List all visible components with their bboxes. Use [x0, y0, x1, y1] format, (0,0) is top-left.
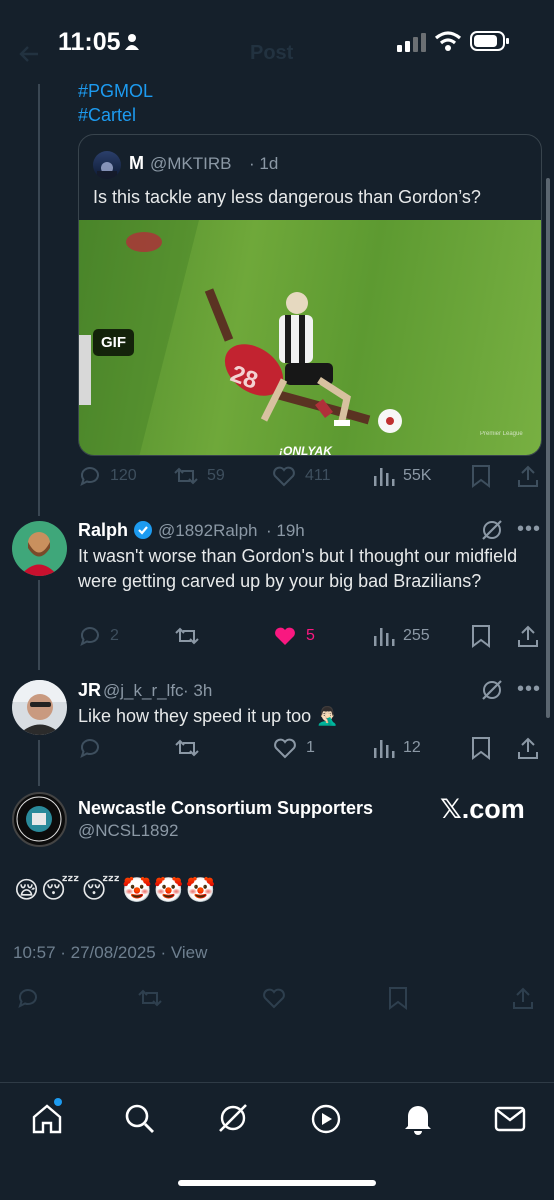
heart-filled-icon: [275, 627, 295, 645]
reply-name-jr[interactable]: JR: [78, 680, 101, 701]
jr-views-button[interactable]: 12: [373, 736, 421, 760]
bookmark-icon[interactable]: [471, 464, 491, 488]
quoted-name: M: [129, 153, 144, 173]
views-chart-icon: [374, 740, 395, 758]
grok-icon[interactable]: [480, 518, 504, 542]
quoted-post[interactable]: M @MKTIRB · 1d Is this tackle any less d…: [78, 134, 542, 456]
header-title: Post: [250, 42, 294, 64]
x-com-badge: 𝕏.com: [440, 794, 525, 824]
share-icon[interactable]: [511, 986, 535, 1010]
reply-button[interactable]: 120: [78, 464, 137, 488]
messages-icon[interactable]: [494, 1105, 526, 1133]
jr-like-count: 1: [306, 739, 315, 756]
post-author-name[interactable]: Newcastle Consortium Supporters: [78, 798, 373, 819]
home-icon[interactable]: [31, 1103, 63, 1135]
gif-badge: GIF: [93, 329, 134, 356]
scrollbar[interactable]: [546, 178, 550, 718]
post-text: 😪😴😴🤡🤡🤡: [14, 877, 218, 904]
reply-icon: [80, 467, 99, 486]
more-options-icon[interactable]: •••: [517, 518, 541, 541]
reply-count: 120: [110, 467, 137, 484]
gif-watermark: ¡ONLYAK: [279, 444, 332, 456]
views-button[interactable]: 55K: [373, 464, 431, 488]
reply-text-jr: Like how they speed it up too 🤦🏻‍♂️: [78, 706, 339, 726]
quoted-text: Is this tackle any less dangerous than G…: [93, 187, 481, 207]
repost-button[interactable]: 59: [173, 464, 225, 488]
status-time: 11:05: [58, 28, 121, 56]
repost-count: 59: [207, 467, 225, 484]
football-tackle-image: 28: [79, 220, 402, 455]
back-arrow-icon[interactable]: [18, 44, 40, 64]
grok-icon[interactable]: [216, 1101, 250, 1135]
reply-icon: [80, 739, 99, 758]
ralph-views-count: 255: [403, 627, 430, 644]
video-icon[interactable]: [310, 1103, 342, 1135]
status-bar: 11:05 Post: [0, 0, 554, 80]
reply-handle-ralph[interactable]: @1892Ralph: [158, 521, 258, 541]
hashtag-cartel[interactable]: #Cartel: [78, 103, 136, 127]
jr-avatar[interactable]: [12, 680, 67, 735]
ncsl-avatar[interactable]: [12, 792, 67, 847]
ralph-like-count: 5: [306, 627, 315, 644]
quoted-time: · 1d: [249, 154, 279, 173]
home-notification-dot: [54, 1098, 62, 1106]
bookmark-icon[interactable]: [388, 986, 408, 1010]
bookmark-icon[interactable]: [471, 736, 491, 760]
wifi-icon: [434, 31, 462, 51]
home-indicator: [178, 1180, 376, 1186]
ralph-like-button[interactable]: 5: [272, 624, 315, 648]
like-count: 411: [305, 467, 331, 484]
heart-icon[interactable]: [261, 986, 287, 1010]
jr-like-button[interactable]: 1: [272, 736, 315, 760]
bookmark-icon[interactable]: [471, 624, 491, 648]
ralph-reply-count: 2: [110, 627, 119, 644]
ralph-avatar[interactable]: [12, 521, 67, 576]
views-chart-icon: [374, 628, 395, 646]
battery-icon: [470, 31, 509, 51]
ralph-reply-button[interactable]: 2: [78, 624, 119, 648]
repost-icon[interactable]: [174, 624, 200, 648]
reply-time-jr: · 3h: [183, 681, 213, 700]
quoted-handle: @MKTIRB: [150, 154, 232, 173]
ralph-views-button[interactable]: 255: [373, 624, 430, 648]
verified-badge-icon: [134, 521, 152, 539]
cellular-signal-icon: [397, 33, 426, 52]
repost-icon: [174, 467, 198, 485]
reply-name-ralph[interactable]: Ralph: [78, 520, 128, 541]
share-icon[interactable]: [516, 736, 540, 760]
reply-time-ralph: · 19h: [266, 521, 305, 540]
gif-corner-text: Premier League: [480, 431, 523, 437]
post-timestamp[interactable]: 10:57 · 27/08/2025 · View: [13, 943, 207, 963]
post-author-handle[interactable]: @NCSL1892: [78, 821, 178, 841]
more-options-icon[interactable]: •••: [517, 678, 541, 701]
repost-icon[interactable]: [174, 736, 200, 760]
hashtag-pgmol[interactable]: #PGMOL: [78, 79, 153, 103]
grok-icon[interactable]: [480, 678, 504, 702]
heart-icon: [274, 738, 296, 759]
search-icon[interactable]: [124, 1103, 156, 1135]
gif-media[interactable]: 28 ¡ONLYAK Premier League: [79, 220, 541, 456]
reply-handle-jr[interactable]: @j_k_r_lfc: [103, 681, 184, 701]
notifications-icon[interactable]: [402, 1102, 434, 1136]
thread-line: [38, 84, 40, 516]
thread-line-jr: [38, 740, 40, 786]
person-icon: [125, 34, 139, 50]
reply-icon: [80, 627, 99, 646]
jr-views-count: 12: [403, 739, 421, 756]
thread-line-ralph: [38, 580, 40, 670]
like-button[interactable]: 411: [271, 464, 331, 488]
reply-icon[interactable]: [16, 986, 42, 1010]
views-count: 55K: [403, 467, 432, 484]
jr-reply-button[interactable]: [78, 736, 102, 760]
heart-icon: [273, 466, 295, 487]
quoted-avatar: [93, 151, 121, 179]
views-chart-icon: [374, 468, 395, 486]
repost-icon[interactable]: [137, 986, 163, 1010]
share-icon[interactable]: [516, 464, 540, 488]
share-icon[interactable]: [516, 624, 540, 648]
reply-text-ralph: It wasn't worse than Gordon's but I thou…: [78, 546, 518, 591]
